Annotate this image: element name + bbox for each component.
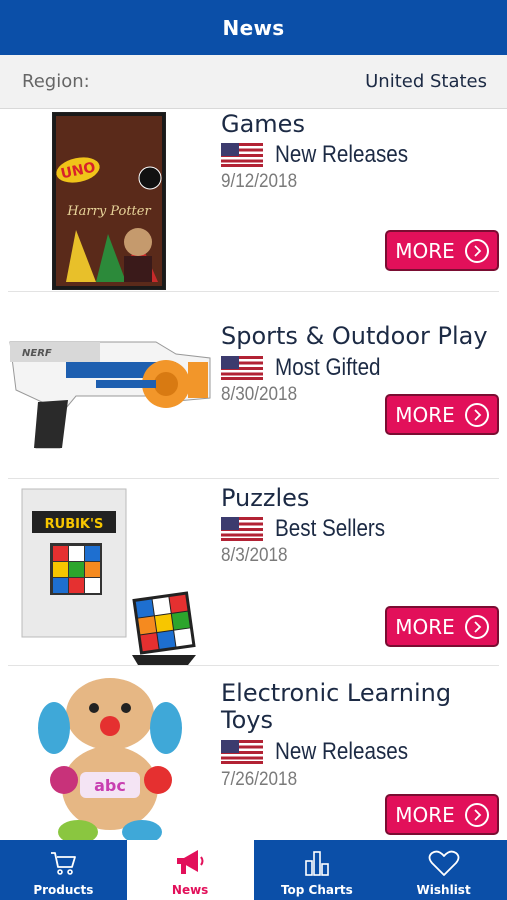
tab-label: Products (33, 883, 94, 897)
list-type-row: New Releases (221, 738, 430, 766)
us-flag-icon (221, 740, 263, 764)
more-button[interactable]: MORE (385, 394, 499, 435)
product-image: abc (38, 678, 182, 840)
more-button[interactable]: MORE (385, 230, 499, 271)
list-type: Most Gifted (275, 354, 381, 381)
category-title: Sports & Outdoor Play (221, 322, 488, 350)
list-type: New Releases (275, 141, 409, 168)
more-button[interactable]: MORE (385, 794, 499, 835)
product-image: RUBIK'S (21, 488, 196, 665)
category-title: Electronic Learning Toys (221, 679, 452, 734)
bar-chart-icon (305, 851, 329, 876)
more-button-label: MORE (395, 614, 455, 639)
bottom-tab-bar: Products News Top Charts Wishlist (0, 840, 507, 900)
heart-icon (428, 850, 460, 876)
tab-label: News (171, 883, 209, 897)
product-image: UNO Harry Potter (52, 112, 166, 290)
chevron-right-icon (464, 802, 489, 827)
region-value[interactable]: United States (365, 71, 487, 92)
brand-text: NERF (22, 348, 52, 359)
category-title: Games (221, 110, 305, 138)
date-label: 8/30/2018 (221, 384, 298, 405)
date-label: 9/12/2018 (221, 171, 298, 192)
tab-news[interactable]: News (126, 840, 254, 900)
tab-wishlist[interactable]: Wishlist (380, 840, 507, 900)
date-label: 8/3/2018 (221, 545, 288, 566)
us-flag-icon (221, 143, 263, 167)
svg-text:abc: abc (94, 776, 126, 795)
list-type: New Releases (275, 738, 409, 765)
us-flag-icon (221, 356, 263, 380)
page-title: News (222, 15, 285, 40)
more-button-label: MORE (395, 238, 455, 263)
brand-text: RUBIK'S (45, 517, 104, 532)
news-list[interactable]: UNO Harry Potter Games New Releases 9/12… (0, 109, 507, 840)
card-subtitle-text: Harry Potter (66, 204, 151, 219)
tab-products[interactable]: Products (0, 840, 127, 900)
date-label: 7/26/2018 (221, 769, 298, 790)
more-button-label: MORE (395, 802, 455, 827)
cart-icon (51, 852, 77, 875)
more-button[interactable]: MORE (385, 606, 499, 647)
list-item[interactable]: abc Electronic Learning Toys New Release… (0, 666, 507, 840)
more-button-label: MORE (395, 402, 455, 427)
chevron-right-icon (464, 238, 489, 263)
tab-top-charts[interactable]: Top Charts (254, 840, 381, 900)
list-type-row: Best Sellers (221, 515, 403, 543)
region-selector[interactable]: Region: United States (0, 55, 507, 109)
region-label: Region: (22, 71, 90, 92)
top-bar: News (0, 0, 507, 55)
us-flag-icon (221, 517, 263, 541)
list-type-row: Most Gifted (221, 354, 398, 382)
list-type-row: New Releases (221, 141, 430, 169)
product-image: NERF (9, 341, 211, 449)
chevron-right-icon (464, 402, 489, 427)
chevron-right-icon (464, 614, 489, 639)
list-item[interactable]: NERF Sports & Outdoor Play Most Gifted 8… (0, 292, 507, 478)
tab-label: Top Charts (280, 883, 353, 897)
list-item[interactable]: UNO Harry Potter Games New Releases 9/12… (0, 109, 507, 291)
list-type: Best Sellers (275, 515, 386, 542)
list-item[interactable]: RUBIK'S Puzzles Best Sellers 8/3/2018 MO… (0, 479, 507, 665)
megaphone-icon (177, 850, 204, 874)
category-title: Puzzles (221, 484, 310, 512)
tab-label: Wishlist (416, 883, 471, 897)
